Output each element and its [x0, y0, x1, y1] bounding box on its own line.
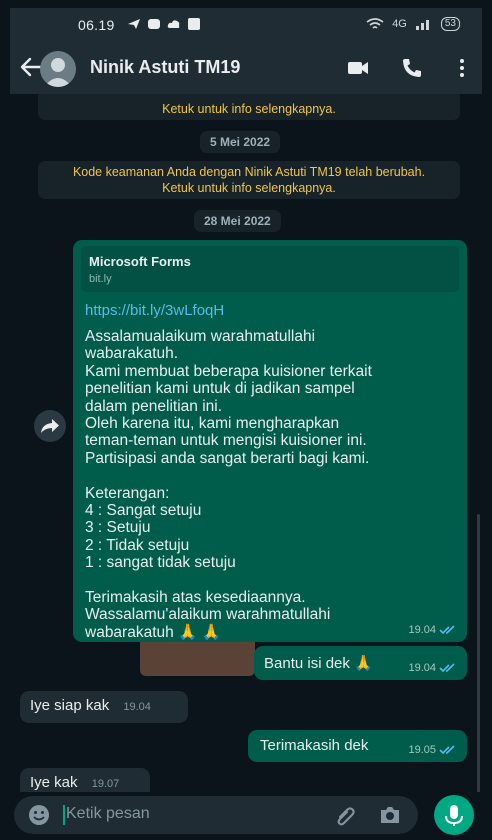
send-status-icon	[128, 19, 140, 29]
image-thumbnail-partial[interactable]	[140, 642, 255, 676]
attach-icon[interactable]	[334, 805, 356, 827]
link-preview[interactable]: Microsoft Forms bit.ly	[81, 246, 459, 292]
status-time: 06.19	[78, 17, 115, 33]
battery-indicator: 53	[440, 17, 460, 31]
message-body-line: teman-teman untuk mengisi kuisioner ini.	[85, 432, 367, 450]
message-time: 19.04	[408, 624, 436, 636]
message-out-2-meta: 19.05	[408, 744, 457, 756]
message-body-line: Wassalamu'alaikum warahmatullahi	[85, 606, 331, 624]
message-body-line: Keterangan:	[85, 484, 170, 502]
message-out-1-meta: 19.04	[408, 662, 457, 674]
avatar-icon	[44, 58, 72, 87]
forward-icon	[41, 419, 59, 433]
mic-icon	[445, 805, 463, 826]
wifi-icon	[366, 18, 384, 29]
mic-button[interactable]	[434, 795, 474, 835]
message-body-line: penelitian kami untuk di jadikan sampel	[85, 380, 355, 398]
system-message-partial-text: Ketuk untuk info selengkapnya.	[162, 102, 336, 116]
text-caret	[63, 805, 65, 825]
message-in-2[interactable]: Iye kak 19.07	[20, 768, 150, 792]
double-check-icon	[439, 625, 455, 635]
message-in-2-text: Iye kak	[30, 774, 78, 791]
date-chip-first: 5 Mei 2022	[200, 131, 281, 153]
message-body-line: Terimakasih atas kesediaannya.	[85, 589, 306, 607]
message-input-box[interactable]: Ketik pesan	[14, 796, 418, 834]
chat-area[interactable]: Ketuk untuk info selengkapnya. 5 Mei 202…	[10, 94, 482, 792]
double-check-icon	[439, 663, 455, 673]
message-body-line: wabarakatuh.	[85, 345, 179, 363]
message-body-line	[85, 467, 415, 484]
status-right-icons: 4G 53	[366, 17, 460, 31]
preview-title: Microsoft Forms	[89, 254, 191, 269]
video-call-icon[interactable]	[346, 56, 370, 80]
forward-button[interactable]	[34, 410, 66, 442]
message-body-line: Kami membuat beberapa kuisioner terkait	[85, 362, 372, 380]
message-body-line: 2 : Tidak setuju	[85, 536, 190, 554]
message-body-line: Oleh karena itu, kami mengharapkan	[85, 415, 340, 433]
emoji-icon[interactable]	[28, 804, 50, 826]
more-vert-icon[interactable]	[450, 56, 474, 80]
message-in-1-text: Iye siap kak	[30, 697, 110, 714]
message-meta: 19.04	[408, 624, 457, 636]
status-notification-icons	[127, 17, 201, 31]
message-out-1-text: Bantu isi dek 🙏	[264, 655, 373, 672]
preview-domain: bit.ly	[89, 273, 112, 285]
message-forwarded[interactable]: Microsoft Forms bit.ly https://bit.ly/3w…	[73, 240, 467, 642]
message-out-1-time: 19.04	[408, 662, 436, 674]
message-out-1[interactable]: Bantu isi dek 🙏 19.04	[254, 646, 467, 680]
camera-icon[interactable]	[378, 804, 402, 826]
message-out-2-text: Terimakasih dek	[260, 737, 369, 754]
system-message-security[interactable]: Kode keamanan Anda dengan Ninik Astuti T…	[38, 161, 460, 199]
phone-icon[interactable]	[400, 56, 424, 80]
app-status-icon	[188, 18, 200, 30]
scrollbar[interactable]	[477, 514, 480, 792]
message-body-line: Partisipasi anda sangat berarti bagi kam…	[85, 449, 370, 467]
chat-header: Ninik Astuti TM19	[10, 42, 482, 94]
message-out-2-time: 19.05	[408, 744, 436, 756]
message-out-2[interactable]: Terimakasih dek 19.05	[248, 730, 467, 762]
message-body: Assalamualaikum warahmatullahi wabarakatu…	[85, 328, 415, 641]
message-body-line	[85, 572, 415, 589]
message-body-line: Assalamualaikum warahmatullahi	[85, 328, 316, 345]
contact-name[interactable]: Ninik Astuti TM19	[90, 57, 240, 78]
avatar[interactable]	[40, 51, 76, 87]
message-body-line: wabarakatuh 🙏 🙏	[85, 623, 221, 641]
message-in-2-time: 19.07	[91, 778, 120, 790]
message-body-line: 4 : Sangat setuju	[85, 502, 202, 520]
system-message-partial-clipped	[46, 94, 452, 101]
signal-icon	[415, 20, 429, 30]
whatsapp-status-icon	[148, 19, 160, 29]
security-line1: Kode keamanan Anda dengan Ninik Astuti T…	[72, 165, 426, 179]
cloud-status-icon	[167, 20, 180, 28]
status-bar: 06.19 4G 53	[10, 8, 482, 42]
message-input-placeholder[interactable]: Ketik pesan	[66, 805, 150, 823]
app-frame: 06.19 4G 53 Ninik Astuti TM19 Ketuk untu…	[10, 8, 482, 840]
composer: Ketik pesan	[10, 792, 482, 840]
date-chip-second: 28 Mei 2022	[194, 210, 281, 232]
message-body-line: dalam penelitian ini.	[85, 397, 223, 415]
network-label: 4G	[392, 18, 407, 30]
message-body-line: 1 : sangat tidak setuju	[85, 554, 236, 572]
message-in-1[interactable]: Iye siap kak 19.04	[20, 691, 188, 723]
double-check-icon	[439, 745, 455, 755]
message-link[interactable]: https://bit.ly/3wLfoqH	[85, 302, 224, 319]
security-line2: Ketuk untuk info selengkapnya.	[162, 181, 336, 195]
system-message-partial[interactable]: Ketuk untuk info selengkapnya.	[38, 94, 460, 120]
message-body-line: 3 : Setuju	[85, 519, 151, 537]
message-in-1-time: 19.04	[123, 701, 151, 713]
